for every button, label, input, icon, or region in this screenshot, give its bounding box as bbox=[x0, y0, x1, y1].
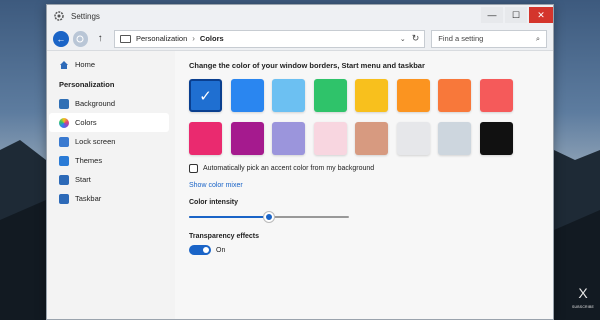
search-icon[interactable]: ⌕ bbox=[536, 34, 540, 44]
slider-fill bbox=[189, 216, 269, 218]
color-swatch[interactable] bbox=[230, 122, 264, 155]
settings-window: Settings — ☐ ✕ ← ↑ Personalization › Col… bbox=[46, 4, 554, 320]
sidebar: Home Personalization Background Colors Loc… bbox=[47, 51, 173, 319]
refresh-icon[interactable]: ↻ bbox=[412, 33, 420, 44]
auto-accent-label: Automatically pick an accent color from … bbox=[203, 165, 375, 172]
color-swatch[interactable] bbox=[396, 122, 430, 155]
color-swatch[interactable] bbox=[438, 122, 471, 155]
transparency-state: On bbox=[216, 246, 226, 254]
color-swatch[interactable] bbox=[272, 122, 305, 155]
auto-accent-row[interactable]: Automatically pick an accent color from … bbox=[189, 164, 553, 173]
navigation-bar: ← ↑ Personalization › Colors ⌄ ↻ Find a … bbox=[47, 27, 553, 51]
logo-glyph: X bbox=[578, 285, 588, 301]
search-input[interactable]: Find a setting bbox=[438, 34, 483, 43]
sidebar-item-label: Start bbox=[75, 175, 91, 184]
settings-gear-icon bbox=[54, 11, 64, 21]
main-content: Change the color of your window borders,… bbox=[175, 51, 553, 319]
color-swatch[interactable] bbox=[272, 79, 305, 112]
sidebar-list: Background Colors Lock screen Themes Start Ta… bbox=[47, 94, 173, 208]
color-wheel-icon bbox=[59, 117, 69, 128]
color-swatch[interactable] bbox=[479, 122, 513, 155]
accent-color-grid: ✓ bbox=[189, 79, 553, 155]
window-controls: — ☐ ✕ bbox=[481, 5, 553, 27]
title-bar: Settings — ☐ ✕ bbox=[47, 5, 553, 27]
sidebar-item-colors[interactable]: Colors bbox=[49, 113, 169, 132]
arrow-left-icon: ← bbox=[56, 33, 66, 44]
background-icon bbox=[59, 98, 69, 109]
color-swatch[interactable] bbox=[313, 122, 347, 155]
sidebar-item-label: Themes bbox=[75, 156, 103, 165]
back-button[interactable]: ← bbox=[53, 30, 69, 47]
breadcrumb-personalization[interactable]: Personalization bbox=[136, 34, 187, 43]
show-color-mixer-link[interactable]: Show color mixer bbox=[189, 182, 553, 189]
checkmark-icon: ✓ bbox=[199, 88, 212, 105]
color-swatch[interactable] bbox=[479, 79, 513, 112]
sidebar-item-label: Lock screen bbox=[75, 137, 116, 146]
color-intensity-label: Color intensity bbox=[189, 199, 239, 206]
sidebar-item-label: Taskbar bbox=[75, 194, 102, 203]
color-swatch[interactable] bbox=[396, 79, 430, 112]
sidebar-item-lock-screen[interactable]: Lock screen bbox=[49, 132, 169, 151]
address-bar[interactable]: Personalization › Colors ⌄ ↻ bbox=[113, 29, 426, 48]
transparency-toggle[interactable] bbox=[189, 245, 211, 255]
color-swatch[interactable] bbox=[189, 122, 222, 155]
sidebar-item-background[interactable]: Background bbox=[49, 94, 169, 113]
color-swatch[interactable] bbox=[355, 79, 388, 112]
color-swatch[interactable]: ✓ bbox=[189, 79, 222, 112]
color-intensity-slider[interactable] bbox=[189, 211, 349, 223]
color-swatch[interactable] bbox=[230, 79, 264, 112]
color-swatch[interactable] bbox=[355, 122, 388, 155]
arrow-right-icon bbox=[76, 35, 84, 42]
toggle-knob bbox=[203, 247, 209, 253]
sidebar-item-themes[interactable]: Themes bbox=[49, 151, 169, 170]
minimize-button[interactable]: — bbox=[481, 7, 503, 23]
search-box[interactable]: Find a setting ⌕ bbox=[431, 29, 548, 48]
auto-accent-checkbox[interactable] bbox=[189, 164, 198, 173]
sidebar-item-home[interactable]: Home bbox=[49, 55, 169, 74]
lock-screen-icon bbox=[59, 136, 69, 147]
sidebar-heading: Personalization bbox=[59, 79, 115, 89]
breadcrumb-colors: Colors bbox=[199, 34, 224, 43]
color-swatch[interactable] bbox=[313, 79, 347, 112]
computer-icon bbox=[119, 34, 131, 43]
forward-button[interactable] bbox=[72, 30, 89, 47]
sidebar-item-label: Background bbox=[75, 99, 116, 108]
transparency-label: Transparency effects bbox=[189, 233, 260, 240]
color-swatch[interactable] bbox=[438, 79, 471, 112]
themes-icon bbox=[59, 155, 69, 166]
page-title: Change the color of your window borders,… bbox=[189, 61, 425, 70]
transparency-row: On bbox=[189, 245, 553, 255]
sidebar-item-taskbar[interactable]: Taskbar bbox=[49, 189, 169, 208]
up-button[interactable]: ↑ bbox=[92, 33, 108, 44]
chevron-down-icon[interactable]: ⌄ bbox=[400, 35, 406, 43]
taskbar-icon bbox=[59, 193, 69, 204]
start-icon bbox=[59, 174, 69, 185]
channel-logo: X SUBSCRIBE bbox=[572, 286, 594, 314]
sidebar-item-start[interactable]: Start bbox=[49, 170, 169, 189]
sidebar-item-label: Colors bbox=[75, 118, 97, 127]
close-button[interactable]: ✕ bbox=[529, 7, 553, 23]
breadcrumb-separator: › bbox=[192, 34, 195, 43]
sidebar-item-label: Home bbox=[75, 60, 96, 69]
arrow-up-icon: ↑ bbox=[97, 33, 103, 44]
slider-thumb[interactable] bbox=[264, 212, 274, 222]
window-title: Settings bbox=[71, 11, 100, 21]
home-icon bbox=[60, 60, 68, 69]
logo-subscribe-text: SUBSCRIBE bbox=[572, 305, 595, 309]
maximize-button[interactable]: ☐ bbox=[505, 7, 527, 23]
